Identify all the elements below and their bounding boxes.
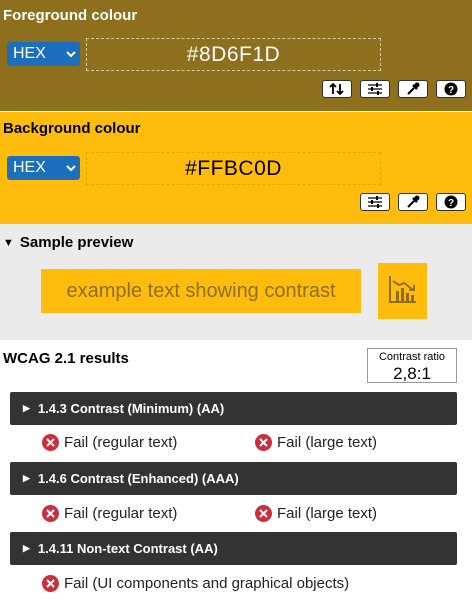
- background-color-input[interactable]: #FFBC0D: [86, 152, 381, 185]
- contrast-ratio-label: Contrast ratio: [378, 351, 446, 363]
- background-format-select[interactable]: HEX: [7, 156, 80, 180]
- fail-icon: [42, 575, 59, 592]
- fail-icon: [42, 434, 59, 451]
- foreground-format-value: HEX: [13, 45, 46, 62]
- chevron-down-icon: [62, 42, 80, 66]
- foreground-color-input[interactable]: #8D6F1D: [86, 38, 381, 71]
- sample-preview-section: ▼ Sample preview example text showing co…: [0, 224, 472, 340]
- background-title: Background colour: [3, 120, 141, 137]
- result-item: Fail (large text): [255, 505, 377, 522]
- criterion-1-4-3-toggle[interactable]: ▶ 1.4.3 Contrast (Minimum) (AA): [10, 392, 457, 425]
- help-icon: ?: [444, 195, 458, 209]
- foreground-section: Foreground colour HEX #8D6F1D ?: [0, 0, 472, 111]
- criterion-1-4-6-toggle[interactable]: ▶ 1.4.6 Contrast (Enhanced) (AAA): [10, 462, 457, 495]
- foreground-format-select[interactable]: HEX: [7, 42, 80, 66]
- swap-colors-button[interactable]: [322, 80, 352, 98]
- wcag-results-section: WCAG 2.1 results Contrast ratio 2,8:1 ▶ …: [0, 340, 472, 597]
- background-help-button[interactable]: ?: [436, 193, 466, 211]
- result-text: Fail (UI components and graphical object…: [64, 575, 350, 592]
- foreground-help-button[interactable]: ?: [436, 80, 466, 98]
- criterion-label: 1.4.6 Contrast (Enhanced) (AAA): [37, 471, 239, 486]
- result-text: Fail (regular text): [64, 505, 178, 522]
- result-item: Fail (UI components and graphical object…: [42, 575, 349, 592]
- contrast-ratio-box: Contrast ratio 2,8:1: [367, 348, 457, 383]
- result-item: Fail (regular text): [42, 505, 177, 522]
- background-eyedropper-button[interactable]: [398, 193, 428, 211]
- background-format-value: HEX: [13, 159, 46, 176]
- background-section: Background colour HEX #FFBC0D ?: [0, 112, 472, 224]
- result-item: Fail (regular text): [42, 434, 177, 451]
- svg-text:?: ?: [448, 85, 454, 96]
- chart-icon: [387, 273, 419, 310]
- foreground-eyedropper-button[interactable]: [398, 80, 428, 98]
- result-text: Fail (regular text): [64, 434, 178, 451]
- triangle-right-icon: ▶: [23, 403, 30, 413]
- foreground-toolbar: ?: [322, 80, 466, 98]
- sample-preview-toggle[interactable]: ▼ Sample preview: [3, 234, 133, 251]
- swap-icon: [329, 83, 345, 95]
- result-text: Fail (large text): [277, 505, 378, 522]
- fail-icon: [42, 505, 59, 522]
- sliders-icon: [367, 83, 383, 95]
- eyedropper-icon: [406, 195, 420, 209]
- wcag-results-title: WCAG 2.1 results: [3, 350, 129, 367]
- sliders-icon: [367, 196, 383, 208]
- foreground-adjust-button[interactable]: [360, 80, 390, 98]
- contrast-ratio-value: 2,8:1: [393, 364, 431, 383]
- svg-text:?: ?: [448, 198, 454, 209]
- help-icon: ?: [444, 82, 458, 96]
- criterion-label: 1.4.11 Non-text Contrast (AA): [37, 541, 218, 556]
- background-toolbar: ?: [360, 193, 466, 211]
- sample-preview-title: Sample preview: [19, 234, 134, 251]
- chart-button[interactable]: [378, 263, 427, 319]
- chevron-down-icon: [62, 156, 80, 180]
- fail-icon: [255, 434, 272, 451]
- result-item: Fail (large text): [255, 434, 377, 451]
- eyedropper-icon: [406, 82, 420, 96]
- fail-icon: [255, 505, 272, 522]
- triangle-down-icon: ▼: [3, 236, 14, 249]
- result-text: Fail (large text): [277, 434, 378, 451]
- sample-text-box: example text showing contrast: [41, 269, 361, 313]
- triangle-right-icon: ▶: [23, 543, 30, 553]
- background-adjust-button[interactable]: [360, 193, 390, 211]
- foreground-title: Foreground colour: [3, 7, 138, 24]
- criterion-label: 1.4.3 Contrast (Minimum) (AA): [37, 401, 225, 416]
- triangle-right-icon: ▶: [23, 473, 30, 483]
- criterion-1-4-11-toggle[interactable]: ▶ 1.4.11 Non-text Contrast (AA): [10, 532, 457, 565]
